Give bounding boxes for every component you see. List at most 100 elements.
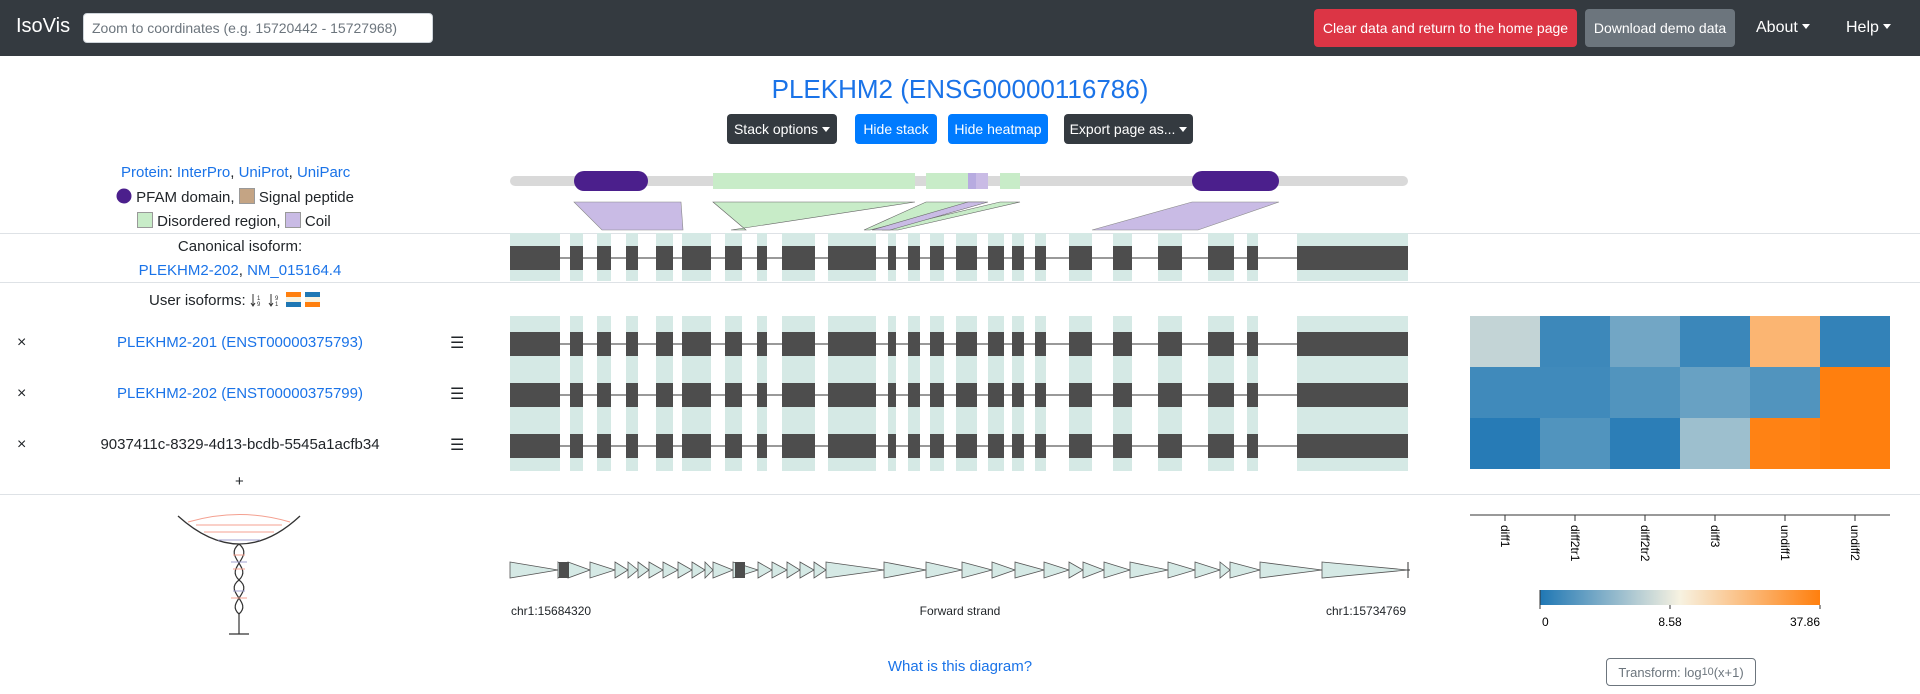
- heatmap-cell[interactable]: [1540, 367, 1610, 418]
- strand-arrow: [1082, 561, 1106, 579]
- exon: [1208, 246, 1234, 270]
- exon: [888, 383, 896, 407]
- canonical-refseq-link[interactable]: NM_015164.4: [247, 262, 341, 279]
- strand-arrow: [1259, 561, 1323, 579]
- strand-arrow: [1103, 561, 1132, 579]
- coordinate-search-input[interactable]: [83, 13, 433, 43]
- signal-peptide-swatch: [238, 188, 255, 204]
- heatmap-cell[interactable]: [1750, 418, 1820, 469]
- exon: [1158, 434, 1182, 458]
- strand-arrow: [509, 561, 559, 579]
- heatmap-cell[interactable]: [1680, 316, 1750, 367]
- exon: [682, 383, 711, 407]
- exon: [1069, 246, 1092, 270]
- exon: [1012, 332, 1024, 356]
- pfam-domain: [574, 171, 648, 191]
- disordered-region: [1000, 173, 1020, 189]
- exon: [1158, 246, 1182, 270]
- heatmap-cell[interactable]: [1470, 367, 1540, 418]
- remove-isoform-button[interactable]: ×: [17, 385, 26, 403]
- heatmap-cell[interactable]: [1610, 316, 1680, 367]
- exon: [725, 434, 742, 458]
- exon: [626, 383, 638, 407]
- sort-heatmap-ascending-icon[interactable]: [286, 292, 302, 307]
- strand-arrow: [883, 561, 927, 579]
- exon: [570, 383, 583, 407]
- exon: [757, 383, 767, 407]
- svg-text:9: 9: [257, 302, 261, 307]
- heatmap-cell[interactable]: [1820, 316, 1890, 367]
- heatmap-cell[interactable]: [1680, 367, 1750, 418]
- help-menu[interactable]: Help: [1846, 19, 1891, 37]
- exon: [956, 434, 977, 458]
- exon: [1035, 246, 1046, 270]
- exon: [682, 332, 711, 356]
- exon: [725, 383, 742, 407]
- heatmap-cell[interactable]: [1540, 418, 1610, 469]
- protein-legend-row-2: Disordered region, Coil: [137, 212, 331, 230]
- heatmap-cell[interactable]: [1750, 367, 1820, 418]
- hamburger-menu-icon[interactable]: ☰: [450, 435, 464, 455]
- exon: [956, 246, 977, 270]
- sort-ascending-icon[interactable]: 19: [250, 293, 264, 308]
- heatmap-cell[interactable]: [1680, 418, 1750, 469]
- dna-helix-icon: [177, 514, 301, 635]
- transform-selector[interactable]: Transform: log 10 (x+1): [1606, 658, 1756, 686]
- strand-arrow: [704, 561, 714, 579]
- heatmap-cell[interactable]: [1610, 367, 1680, 418]
- strand-arrow: [1229, 561, 1262, 579]
- about-label: About: [1756, 19, 1798, 36]
- coil-swatch: [284, 212, 301, 228]
- interpro-link[interactable]: InterPro: [177, 164, 230, 181]
- heatmap-cell[interactable]: [1610, 418, 1680, 469]
- exon: [782, 246, 815, 270]
- export-page-button[interactable]: Export page as...: [1064, 114, 1193, 144]
- remove-isoform-button[interactable]: ×: [17, 436, 26, 454]
- exon: [559, 562, 569, 578]
- strand-arrow: [637, 561, 650, 579]
- isoform-name-link[interactable]: PLEKHM2-201 (ENST00000375793): [95, 334, 385, 351]
- hide-heatmap-button[interactable]: Hide heatmap: [948, 114, 1048, 144]
- clear-data-button[interactable]: Clear data and return to the home page: [1314, 9, 1577, 47]
- exon: [1069, 434, 1092, 458]
- heatmap-cell[interactable]: [1540, 316, 1610, 367]
- navbar: IsoVis Clear data and return to the home…: [0, 0, 1920, 56]
- exon: [1113, 332, 1132, 356]
- heatmap-cell[interactable]: [1750, 316, 1820, 367]
- add-isoform-button[interactable]: +: [235, 473, 244, 490]
- strand-arrow: [567, 561, 592, 579]
- what-is-this-diagram-link[interactable]: What is this diagram?: [860, 658, 1060, 675]
- heatmap-cell[interactable]: [1820, 367, 1890, 418]
- coil-label: Coil: [304, 213, 331, 230]
- hamburger-menu-icon[interactable]: ☰: [450, 333, 464, 353]
- strand-arrow: [799, 561, 815, 579]
- uniparc-link[interactable]: UniParc: [297, 164, 350, 181]
- sort-heatmap-descending-icon[interactable]: [305, 292, 321, 307]
- transform-base: 10: [1701, 666, 1714, 678]
- brand-logo[interactable]: IsoVis: [16, 15, 70, 38]
- isoform-name-link[interactable]: PLEKHM2-202 (ENST00000375799): [95, 385, 385, 402]
- heatmap-cell[interactable]: [1470, 316, 1540, 367]
- stack-options-button[interactable]: Stack options: [727, 114, 837, 144]
- exon: [1012, 434, 1024, 458]
- heatmap-cell[interactable]: [1820, 418, 1890, 469]
- exon: [1113, 434, 1132, 458]
- exon: [570, 332, 583, 356]
- remove-isoform-button[interactable]: ×: [17, 334, 26, 352]
- uniprot-link[interactable]: UniProt: [239, 164, 289, 181]
- exon: [1035, 332, 1046, 356]
- hamburger-menu-icon[interactable]: ☰: [450, 384, 464, 404]
- genome-start-coordinate: chr1:15684320: [511, 604, 592, 618]
- download-demo-button[interactable]: Download demo data: [1585, 9, 1735, 47]
- exon: [888, 332, 896, 356]
- heatmap-cell[interactable]: [1470, 418, 1540, 469]
- exon: [1012, 383, 1024, 407]
- about-menu[interactable]: About: [1756, 19, 1810, 37]
- user-isoforms-label: User isoforms:: [149, 292, 246, 309]
- hide-stack-button[interactable]: Hide stack: [855, 114, 937, 144]
- sort-descending-icon[interactable]: 91: [268, 293, 282, 308]
- exon: [510, 332, 560, 356]
- exon: [1208, 434, 1234, 458]
- strand-arrow: [1014, 561, 1046, 579]
- canonical-transcript-link[interactable]: PLEKHM2-202: [139, 262, 239, 279]
